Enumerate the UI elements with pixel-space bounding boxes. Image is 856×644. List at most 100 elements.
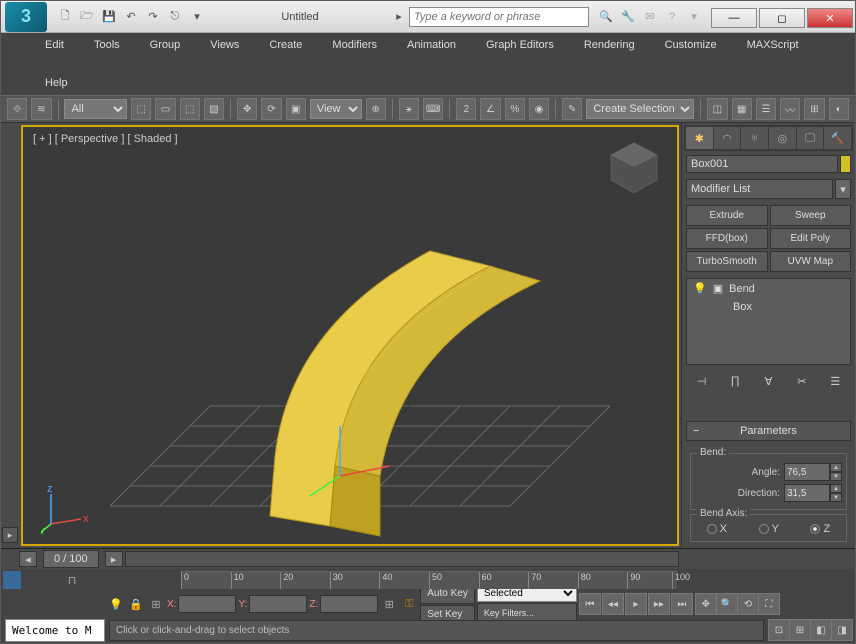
open-icon[interactable]: 🗁 <box>77 7 97 27</box>
tab-hierarchy-icon[interactable]: ♅ <box>741 127 768 149</box>
app-menu-icon[interactable]: 3 <box>5 2 47 32</box>
qat-dropdown-icon[interactable]: ▾ <box>187 7 207 27</box>
viewcube-icon[interactable] <box>599 135 669 205</box>
key-icon[interactable]: ⚿ <box>400 595 418 613</box>
y-input[interactable] <box>249 595 307 613</box>
unlink-tool-icon[interactable]: ≋ <box>31 98 51 120</box>
angle-down-icon[interactable]: ▼ <box>830 472 842 481</box>
mod-btn-extrude[interactable]: Extrude <box>686 205 768 226</box>
scale-icon[interactable]: ▣ <box>286 98 306 120</box>
named-selection-select[interactable]: Create Selection Se <box>586 99 694 119</box>
modifier-list-dropdown-icon[interactable]: ▾ <box>835 179 851 199</box>
scroll-right-icon[interactable]: ▸ <box>105 551 123 567</box>
goto-end-icon[interactable]: ⏭ <box>671 593 693 615</box>
material-icon[interactable]: ◐ <box>829 98 849 120</box>
axis-x-radio[interactable]: X <box>707 523 727 535</box>
expand-strip-icon[interactable]: ▸ <box>2 527 18 543</box>
object-color-swatch[interactable] <box>840 155 851 173</box>
mirror-icon[interactable]: ◫ <box>707 98 727 120</box>
move-icon[interactable]: ✥ <box>237 98 257 120</box>
named-sel-edit-icon[interactable]: ✎ <box>562 98 582 120</box>
layers-icon[interactable]: ☰ <box>756 98 776 120</box>
menu-group[interactable]: Group <box>146 37 185 53</box>
tab-display-icon[interactable]: 🖵 <box>797 127 824 149</box>
tab-create-icon[interactable]: ✱ <box>686 127 713 149</box>
menu-edit[interactable]: Edit <box>41 37 68 53</box>
nav-zoom-icon[interactable]: 🔍 <box>716 593 738 615</box>
pin-stack-icon[interactable]: ⊣ <box>694 373 710 389</box>
viewport[interactable]: [ + ] [ Perspective ] [ Shaded ] <box>21 125 679 546</box>
prev-frame-icon[interactable]: ◂◂ <box>602 593 624 615</box>
bulb-icon[interactable]: 💡 <box>693 282 707 295</box>
maximize-button[interactable]: ◻ <box>759 8 805 28</box>
redo-icon[interactable]: ↷ <box>143 7 163 27</box>
spinner-snap-icon[interactable]: ◉ <box>529 98 549 120</box>
menu-animation[interactable]: Animation <box>403 37 460 53</box>
search-input[interactable] <box>409 7 589 27</box>
help-more-icon[interactable]: ▾ <box>685 8 703 26</box>
refcoord-select[interactable]: View <box>310 99 362 119</box>
timeline-marker[interactable] <box>3 571 21 589</box>
nav-zoom-all-icon[interactable]: ⊡ <box>768 619 790 641</box>
nav-fov-icon[interactable]: ◧ <box>810 619 832 641</box>
maxscript-listener[interactable]: Welcome to M <box>5 619 105 642</box>
select-region-icon[interactable]: ⬚ <box>180 98 200 120</box>
unique-icon[interactable]: ∀ <box>760 373 776 389</box>
nav-orbit-icon[interactable]: ⟲ <box>737 593 759 615</box>
snap-percent-icon[interactable]: % <box>505 98 525 120</box>
goto-start-icon[interactable]: ⏮ <box>579 593 601 615</box>
mod-btn-ffdbox[interactable]: FFD(box) <box>686 228 768 249</box>
menu-create[interactable]: Create <box>265 37 306 53</box>
menu-views[interactable]: Views <box>206 37 243 53</box>
menu-help[interactable]: Help <box>41 75 72 91</box>
lock-icon[interactable]: 💡 <box>107 595 125 613</box>
tools-icon[interactable]: 🔧 <box>619 8 637 26</box>
mod-btn-turbosmooth[interactable]: TurboSmooth <box>686 251 768 272</box>
scroll-left-icon[interactable]: ◂ <box>19 551 37 567</box>
help-icon[interactable]: ? <box>663 8 681 26</box>
modifier-stack[interactable]: 💡 ▣ Bend Box <box>686 278 851 365</box>
nav-min-max-icon[interactable]: ◨ <box>831 619 853 641</box>
angle-up-icon[interactable]: ▲ <box>830 463 842 472</box>
tab-modify-icon[interactable]: ◠ <box>714 127 741 149</box>
menu-grapheditors[interactable]: Graph Editors <box>482 37 558 53</box>
keyboard-icon[interactable]: ⌨ <box>423 98 443 120</box>
direction-input[interactable] <box>784 484 830 502</box>
next-frame-icon[interactable]: ▸▸ <box>648 593 670 615</box>
direction-up-icon[interactable]: ▲ <box>830 484 842 493</box>
adaptive-icon[interactable]: ⊞ <box>147 595 165 613</box>
mod-btn-sweep[interactable]: Sweep <box>770 205 852 226</box>
play-icon[interactable]: ▸ <box>625 593 647 615</box>
new-icon[interactable]: 🗋 <box>55 7 75 27</box>
select-icon[interactable]: ⬚ <box>131 98 151 120</box>
link-icon[interactable]: ⎋ <box>165 7 185 27</box>
link-tool-icon[interactable]: ⟐ <box>7 98 27 120</box>
axis-z-radio[interactable]: Z <box>810 523 830 535</box>
menu-modifiers[interactable]: Modifiers <box>328 37 381 53</box>
mod-btn-editpoly[interactable]: Edit Poly <box>770 228 852 249</box>
angle-input[interactable] <box>784 463 830 481</box>
selection-filter-select[interactable]: All <box>64 99 127 119</box>
time-slider[interactable] <box>125 551 679 567</box>
stack-item-box[interactable]: Box <box>687 298 850 316</box>
axis-y-radio[interactable]: Y <box>759 523 779 535</box>
help-dropdown-icon[interactable]: ▸ <box>389 7 409 27</box>
rotate-icon[interactable]: ⟳ <box>261 98 281 120</box>
expand-icon[interactable]: ▣ <box>713 282 723 295</box>
minimize-button[interactable]: — <box>711 8 757 28</box>
timeline-icon[interactable]: ⊓ <box>63 571 81 589</box>
menu-customize[interactable]: Customize <box>661 37 721 53</box>
align-icon[interactable]: ▦ <box>732 98 752 120</box>
nav-zoom-extents-icon[interactable]: ⊞ <box>789 619 811 641</box>
select-name-icon[interactable]: ▭ <box>155 98 175 120</box>
manipulate-icon[interactable]: ⚹ <box>399 98 419 120</box>
viewport-label[interactable]: [ + ] [ Perspective ] [ Shaded ] <box>33 133 178 145</box>
tab-motion-icon[interactable]: ◎ <box>769 127 796 149</box>
transform-type-icon[interactable]: ⊞ <box>380 595 398 613</box>
window-crossing-icon[interactable]: ▧ <box>204 98 224 120</box>
show-result-icon[interactable]: ∏ <box>727 373 743 389</box>
modifier-list-label[interactable]: Modifier List <box>686 179 833 199</box>
direction-down-icon[interactable]: ▼ <box>830 493 842 502</box>
snap-angle-icon[interactable]: ∠ <box>480 98 500 120</box>
collapse-icon[interactable]: − <box>693 425 699 437</box>
